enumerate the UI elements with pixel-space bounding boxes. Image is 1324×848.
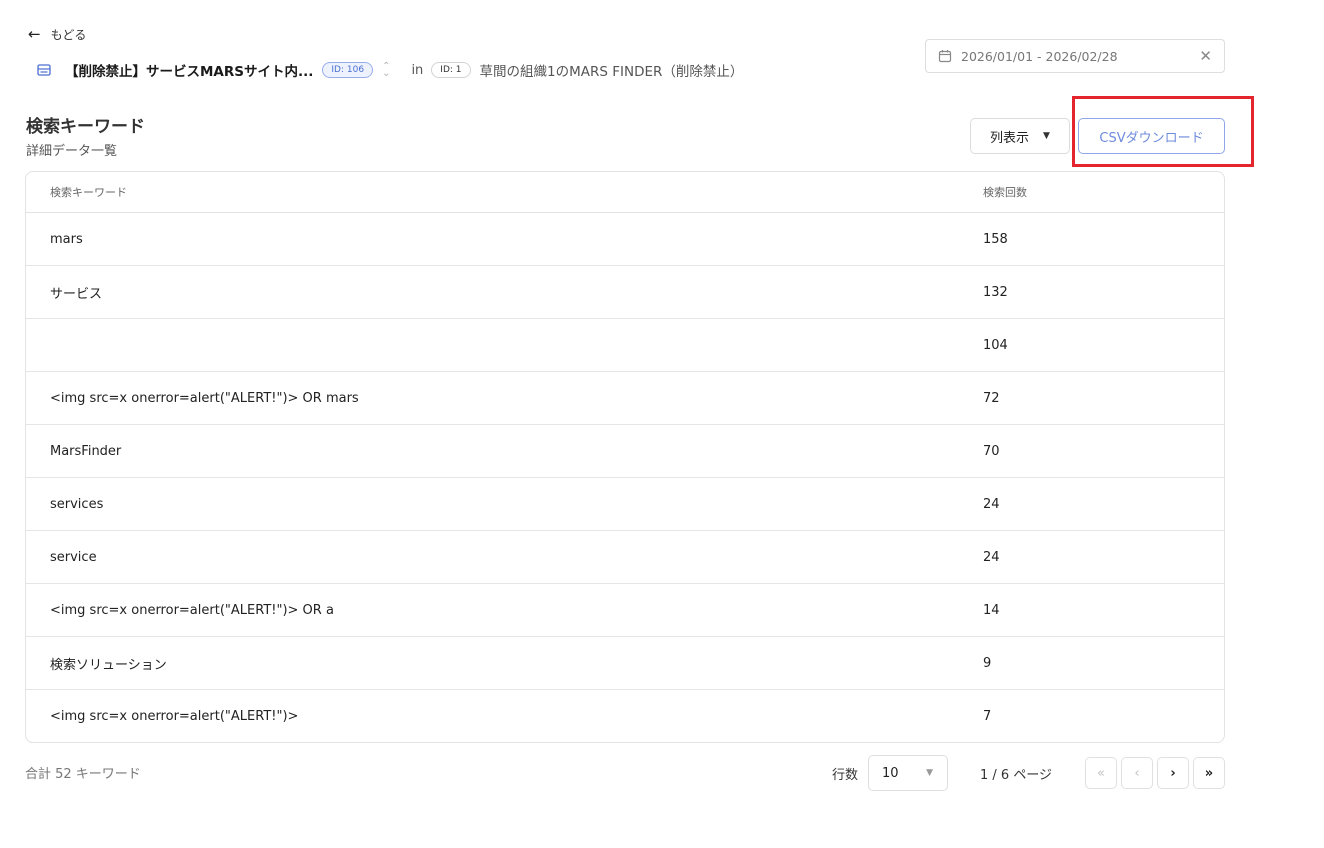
count-cell: 7 (983, 709, 992, 724)
keyword-cell: <img src=x onerror=alert("ALERT!")> (50, 709, 299, 724)
table-row: mars 158 (26, 213, 1224, 266)
count-cell: 24 (983, 496, 1000, 512)
column-display-label: 列表示 (990, 130, 1030, 146)
switch-service-icon[interactable]: ⌃ ⌄ (382, 62, 390, 79)
server-icon (37, 64, 51, 76)
back-label: もどる (50, 27, 87, 42)
first-page-button[interactable]: « (1085, 757, 1117, 789)
keyword-cell: <img src=x onerror=alert("ALERT!")> OR a (50, 602, 334, 618)
keyword-cell: mars (50, 231, 83, 247)
table-row: サービス 132 (26, 266, 1224, 319)
table-body: mars 158 サービス 132 104 <img src=x onerror=aler… (26, 213, 1224, 742)
table-row: 検索ソリューション 9 (26, 637, 1224, 690)
rows-per-page-label: 行数 (832, 768, 859, 783)
keyword-cell: <img src=x onerror=alert("ALERT!")> OR m… (50, 390, 359, 406)
date-range-picker[interactable]: 2026/01/01 - 2026/02/28 ✕ (925, 39, 1225, 73)
section-title: 検索キーワード (26, 117, 145, 137)
rows-per-page-select[interactable]: 10 ▼ (868, 755, 948, 791)
count-cell: 104 (983, 337, 1008, 353)
table-row: service 24 (26, 531, 1224, 584)
keyword-cell: MarsFinder (50, 443, 122, 459)
table-row: services 24 (26, 478, 1224, 531)
column-display-button[interactable]: 列表示 ▼ (970, 118, 1070, 154)
rows-per-page-value: 10 (882, 765, 899, 781)
arrow-left-icon: ← (28, 24, 41, 43)
chevron-down-icon: ▼ (926, 768, 933, 778)
total-count: 合計 52 キーワード (25, 767, 141, 782)
count-cell: 72 (983, 390, 1000, 406)
in-label: in (411, 62, 424, 78)
close-icon[interactable]: ✕ (1199, 48, 1212, 64)
back-link[interactable]: ← もどる (28, 24, 86, 44)
last-page-button[interactable]: » (1193, 757, 1225, 789)
section-subtitle: 詳細データ一覧 (26, 144, 118, 159)
keyword-cell: サービス (50, 286, 103, 302)
count-cell: 24 (983, 549, 1000, 565)
table-row: MarsFinder 70 (26, 425, 1224, 478)
header-count[interactable]: 検索回数 (959, 184, 1224, 200)
table-row: 104 (26, 319, 1224, 372)
count-cell: 70 (983, 443, 1000, 459)
next-page-button[interactable]: › (1157, 757, 1189, 789)
table-header: 検索キーワード 検索回数 (26, 172, 1224, 213)
count-cell: 9 (983, 655, 992, 671)
date-range-value: 2026/01/01 - 2026/02/28 (961, 48, 1118, 64)
keyword-table: 検索キーワード 検索回数 mars 158 サービス 132 104 <img src=x… (25, 171, 1225, 743)
table-row: <img src=x onerror=alert("ALERT!")> OR a… (26, 584, 1224, 637)
table-row: <img src=x onerror=alert("ALERT!")> OR m… (26, 372, 1224, 425)
keyword-cell: 検索ソリューション (50, 657, 167, 673)
service-id-badge: ID: 106 (322, 62, 374, 78)
service-title[interactable]: 【削除禁止】サービスMARSサイト内... (65, 60, 313, 80)
keyword-cell: services (50, 496, 104, 512)
calendar-icon (938, 49, 952, 63)
org-name: 草間の組織1のMARS FINDER（削除禁止） (479, 64, 744, 80)
breadcrumb: 【削除禁止】サービスMARSサイト内... ID: 106 ⌃ ⌄ in ID: … (37, 59, 743, 81)
table-row: <img src=x onerror=alert("ALERT!")> 7 (26, 690, 1224, 742)
count-cell: 132 (983, 284, 1008, 300)
chevron-down-icon: ▼ (1043, 131, 1050, 141)
count-cell: 14 (983, 602, 1000, 618)
csv-download-button[interactable]: CSVダウンロード (1078, 118, 1225, 154)
keyword-cell: service (50, 549, 97, 565)
page-info: 1 / 6 ページ (980, 768, 1053, 783)
org-id-badge: ID: 1 (431, 62, 471, 78)
count-cell: 158 (983, 231, 1008, 247)
prev-page-button[interactable]: ‹ (1121, 757, 1153, 789)
header-keyword[interactable]: 検索キーワード (26, 184, 959, 200)
